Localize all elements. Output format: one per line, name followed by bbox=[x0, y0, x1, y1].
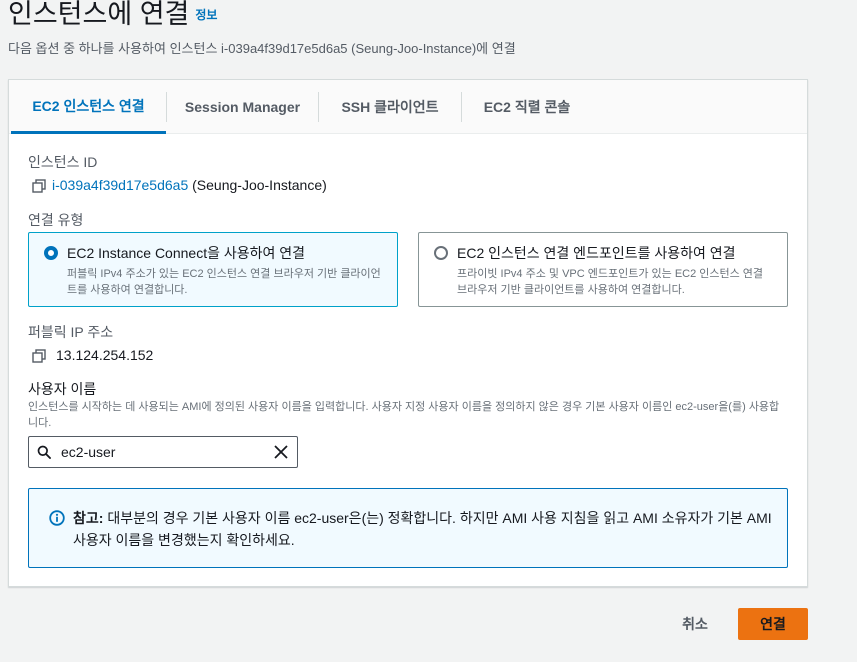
tab-bar: EC2 인스턴스 연결 Session Manager SSH 클라이언트 EC… bbox=[9, 80, 807, 134]
alert-text: 참고: 대부분의 경우 기본 사용자 이름 ec2-user은(는) 정확합니다… bbox=[73, 507, 773, 551]
connect-button[interactable]: 연결 bbox=[738, 608, 808, 640]
connection-type-label: 연결 유형 bbox=[28, 212, 84, 228]
username-label: 사용자 이름 bbox=[28, 381, 97, 397]
radio-option-description: 프라이빗 IPv4 주소 및 VPC 엔드포인트가 있는 EC2 인스턴스 연결… bbox=[457, 268, 764, 296]
info-link[interactable]: 정보 bbox=[195, 8, 217, 22]
copy-icon[interactable] bbox=[32, 179, 46, 193]
instance-id-label: 인스턴스 ID bbox=[28, 154, 98, 170]
tab-ec2-instance-connect[interactable]: EC2 인스턴스 연결 bbox=[11, 80, 166, 134]
alert-message: 대부분의 경우 기본 사용자 이름 ec2-user은(는) 정확합니다. 하지… bbox=[73, 510, 772, 548]
username-hint: 인스턴스를 시작하는 데 사용되는 AMI에 정의된 사용자 이름을 입력합니다… bbox=[28, 401, 780, 429]
username-input[interactable] bbox=[61, 442, 261, 462]
radio-option-title: EC2 인스턴스 연결 엔드포인트를 사용하여 연결 bbox=[457, 245, 736, 261]
radio-button-selected[interactable] bbox=[44, 246, 58, 260]
radio-option-title: EC2 Instance Connect을 사용하여 연결 bbox=[67, 245, 306, 261]
tab-session-manager[interactable]: Session Manager bbox=[167, 80, 318, 134]
instance-name: (Seung-Joo-Instance) bbox=[192, 177, 327, 193]
instance-id-link[interactable]: i-039a4f39d17e5d6a5 bbox=[52, 177, 188, 193]
alert-prefix: 참고: bbox=[73, 510, 104, 526]
radio-option-description: 퍼블릭 IPv4 주소가 있는 EC2 인스턴스 연결 브라우저 기반 클라이언… bbox=[67, 268, 381, 296]
page-description: 다음 옵션 중 하나를 사용하여 인스턴스 i-039a4f39d17e5d6a… bbox=[8, 41, 516, 56]
tab-ssh-client[interactable]: SSH 클라이언트 bbox=[319, 80, 461, 134]
info-alert: 참고: 대부분의 경우 기본 사용자 이름 ec2-user은(는) 정확합니다… bbox=[28, 488, 788, 568]
search-icon bbox=[37, 445, 51, 459]
radio-button-unselected[interactable] bbox=[434, 246, 448, 260]
page-title: 인스턴스에 연결 정보 bbox=[8, 0, 217, 31]
radio-option-endpoint[interactable]: EC2 인스턴스 연결 엔드포인트를 사용하여 연결 프라이빗 IPv4 주소 … bbox=[418, 232, 788, 307]
username-search-field[interactable] bbox=[28, 436, 298, 468]
radio-option-instance-connect[interactable]: EC2 Instance Connect을 사용하여 연결 퍼블릭 IPv4 주… bbox=[28, 232, 398, 307]
cancel-button[interactable]: 취소 bbox=[664, 608, 726, 640]
close-icon[interactable] bbox=[273, 444, 289, 460]
info-icon bbox=[49, 510, 65, 526]
tab-ec2-serial-console[interactable]: EC2 직렬 콘솔 bbox=[462, 80, 592, 134]
instance-id-value: i-039a4f39d17e5d6a5 (Seung-Joo-Instance) bbox=[52, 177, 327, 193]
public-ip-label: 퍼블릭 IP 주소 bbox=[28, 324, 114, 340]
copy-icon[interactable] bbox=[32, 349, 46, 363]
public-ip-value: 13.124.254.152 bbox=[56, 347, 154, 363]
page-title-text: 인스턴스에 연결 bbox=[8, 0, 190, 29]
